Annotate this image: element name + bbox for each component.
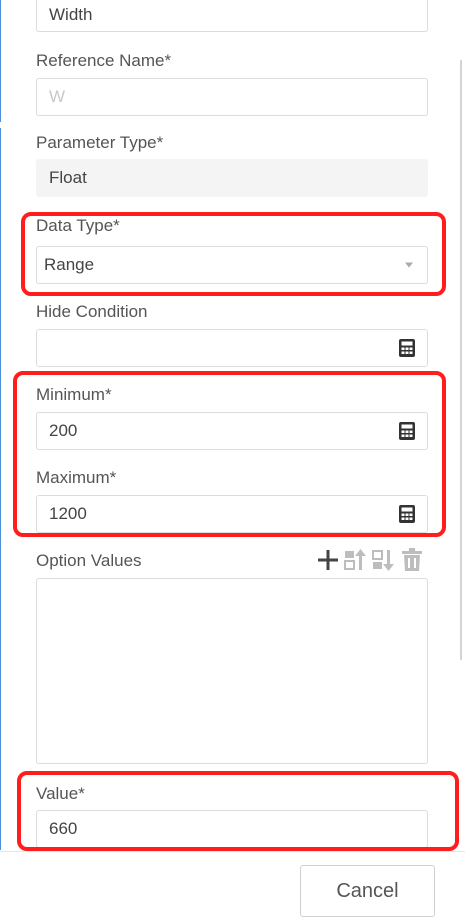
parameter-editor-panel: Width Reference Name* W Parameter Type* … [0, 0, 465, 924]
move-down-icon [372, 550, 394, 571]
minimum-input[interactable]: 200 [36, 412, 428, 450]
chevron-down-icon [405, 262, 413, 268]
maximum-input[interactable]: 1200 [36, 495, 428, 533]
parameter-type-field: Float [36, 159, 428, 197]
value-input-value: 660 [49, 819, 78, 838]
move-down-button[interactable] [372, 548, 396, 572]
data-type-label: Data Type* [36, 216, 120, 235]
reference-name-input: W [36, 78, 428, 116]
option-values-label: Option Values [36, 551, 142, 570]
data-type-select[interactable]: Range [36, 246, 428, 284]
plus-icon [318, 550, 338, 570]
maximum-label: Maximum* [36, 468, 117, 487]
reference-name-value: W [49, 87, 66, 106]
move-up-button[interactable] [344, 548, 368, 572]
value-input[interactable]: 660 [36, 810, 428, 848]
footer-divider [0, 851, 465, 852]
move-up-icon [344, 549, 366, 570]
trash-icon [402, 548, 422, 571]
calculator-icon[interactable] [399, 422, 415, 440]
left-edge-line [0, 0, 1, 122]
data-type-value: Range [44, 255, 95, 274]
scrollbar[interactable] [460, 60, 462, 660]
add-option-button[interactable] [316, 548, 340, 572]
value-label: Value* [36, 784, 85, 803]
left-edge-line [0, 128, 1, 850]
reference-name-label: Reference Name* [36, 51, 172, 70]
maximum-value: 1200 [49, 504, 87, 523]
name-input[interactable]: Width [36, 0, 428, 32]
calculator-icon[interactable] [399, 505, 415, 523]
cancel-button[interactable]: Cancel [300, 865, 435, 917]
calculator-icon[interactable] [399, 339, 415, 357]
parameter-type-label: Parameter Type* [36, 133, 164, 152]
minimum-label: Minimum* [36, 385, 112, 404]
name-input-value: Width [49, 5, 93, 24]
hide-condition-label: Hide Condition [36, 302, 148, 321]
hide-condition-input[interactable] [36, 329, 428, 367]
option-values-list[interactable] [36, 578, 428, 764]
delete-option-button[interactable] [400, 548, 424, 572]
option-values-toolbar [316, 547, 424, 573]
parameter-type-value: Float [49, 168, 87, 187]
minimum-value: 200 [49, 421, 78, 440]
